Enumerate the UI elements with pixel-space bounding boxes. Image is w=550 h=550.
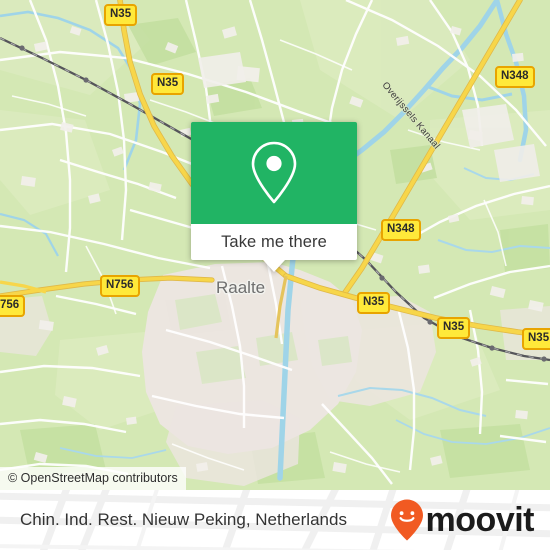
map-attribution[interactable]: © OpenStreetMap contributors — [0, 467, 186, 490]
map-canvas[interactable]: Raalte Overijssels Kanaal N35 N35 N348 N… — [0, 0, 550, 490]
moovit-logo[interactable]: moovit — [390, 490, 535, 550]
location-pin-icon — [251, 141, 297, 204]
road-shield-n35[interactable]: N35 — [357, 292, 391, 314]
place-label-raalte: Raalte — [216, 278, 266, 297]
road-shield-n35[interactable]: N35 — [522, 328, 550, 350]
road-shield-n35[interactable]: N35 — [437, 317, 471, 339]
road-shield-756-clipped[interactable]: 756 — [0, 295, 26, 317]
road-shield-n348[interactable]: N348 — [495, 66, 535, 88]
road-shield-n35[interactable]: N35 — [151, 73, 185, 95]
moovit-wordmark: moovit — [425, 501, 535, 539]
map-popup-card[interactable]: Take me there — [191, 122, 357, 272]
popup-pointer-tail — [263, 260, 285, 272]
take-me-there-label: Take me there — [221, 232, 327, 251]
road-shield-n348[interactable]: N348 — [381, 219, 421, 241]
popup-header — [191, 122, 357, 224]
footer-bar: Chin. Ind. Rest. Nieuw Peking, Netherlan… — [0, 490, 550, 550]
popup-footer[interactable]: Take me there — [191, 224, 357, 272]
moovit-map-screenshot: Raalte Overijssels Kanaal N35 N35 N348 N… — [0, 0, 550, 550]
moovit-smiley-pin-icon — [390, 499, 423, 541]
place-title: Chin. Ind. Rest. Nieuw Peking, Netherlan… — [20, 510, 347, 529]
road-shield-n756[interactable]: N756 — [100, 275, 140, 297]
road-shield-n35[interactable]: N35 — [104, 4, 138, 26]
